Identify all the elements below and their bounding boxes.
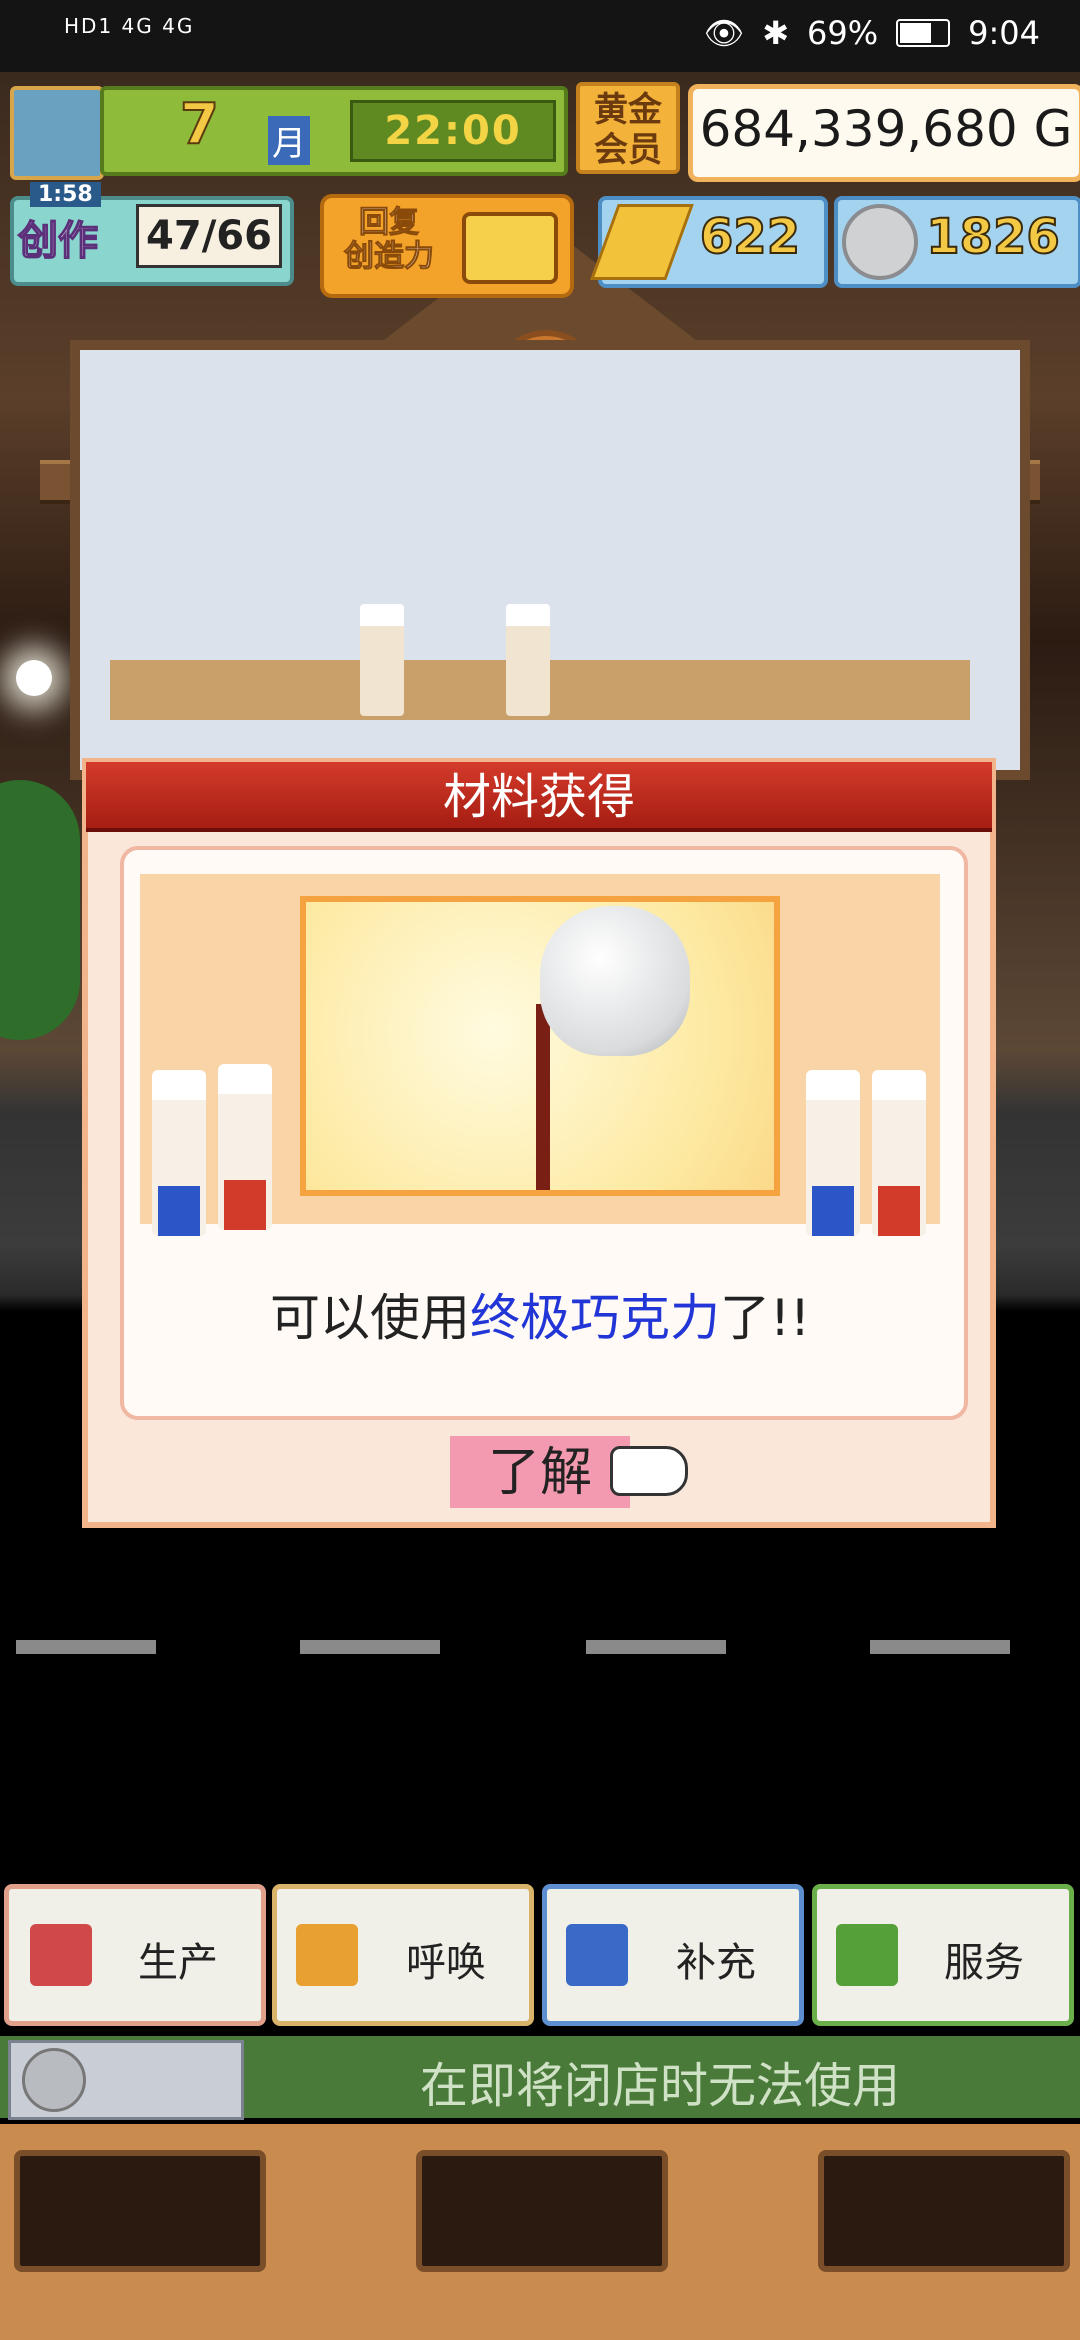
road-marking (16, 1640, 156, 1654)
chef-sprite (360, 604, 404, 716)
chocolate-stick (536, 1004, 550, 1190)
restock-icon (566, 1924, 628, 1986)
battery-icon (896, 19, 951, 47)
dialog-message: 可以使用终极巧克力了!! (120, 1278, 960, 1350)
menu-summon-label: 呼唤 (406, 1940, 486, 1986)
restore-creativity-label: 回复 创造力 (344, 205, 435, 274)
chef-apron (224, 1180, 266, 1230)
silver-medal-icon (842, 204, 918, 280)
menu-restock-label: 补充 (676, 1940, 756, 1986)
chef-sprite (152, 1070, 206, 1236)
chef-sprite (872, 1070, 926, 1236)
gold-member-label: 黄金 会员 (594, 90, 662, 170)
month-unit: 月 (268, 116, 310, 165)
network-indicators: HD1 4G 4G (64, 14, 195, 38)
road-marking (586, 1640, 726, 1654)
bluetooth-icon: ✱ (762, 14, 790, 52)
chef-apron (878, 1186, 920, 1236)
menu-service-label: 服务 (944, 1940, 1024, 1986)
clock: 9:04 (968, 14, 1040, 52)
tray-slot[interactable] (14, 2150, 266, 2272)
status-right: 👁 ✱ 69% 9:04 (704, 14, 1040, 52)
produce-icon (30, 1924, 92, 1986)
message-prefix: 可以使用 (269, 1289, 470, 1347)
summon-icon (296, 1924, 358, 1986)
notice-text: 在即将闭店时无法使用 (419, 2058, 900, 2114)
creativity-timer: 1:58 (30, 182, 101, 207)
chef-sprite (806, 1070, 860, 1236)
message-suffix: 了!! (719, 1289, 811, 1347)
road-marking (870, 1640, 1010, 1654)
game-clock: 22:00 (350, 100, 556, 162)
creativity-count: 47/66 (136, 204, 282, 268)
service-icon (836, 1924, 898, 1986)
tv-icon (462, 212, 558, 284)
chef-avatar-icon[interactable] (10, 86, 104, 180)
medal-count: 1826 (925, 208, 1061, 266)
chef-sprite (218, 1064, 272, 1230)
tray-slot[interactable] (416, 2150, 668, 2272)
pointing-hand-icon (610, 1446, 688, 1496)
dialog-title: 材料获得 (442, 769, 635, 825)
pitcher-icon (540, 906, 690, 1056)
chef-apron (812, 1186, 854, 1236)
gold-bar-count: 622 (699, 208, 801, 266)
road-marking (300, 1640, 440, 1654)
gold-member-badge[interactable]: 黄金 会员 (576, 82, 680, 174)
creativity-label: 创作 (17, 217, 99, 265)
battery-fill (900, 23, 931, 43)
tree (0, 780, 80, 1040)
chef-apron (158, 1186, 200, 1236)
tray-slot[interactable] (818, 2150, 1070, 2272)
money-display: 684,339,680 G (688, 84, 1080, 182)
silver-coin-icon (22, 2048, 86, 2112)
message-highlight: 终极巧克力 (469, 1289, 720, 1347)
month-value: 7 (179, 91, 220, 158)
ok-button[interactable]: 了解 (450, 1436, 630, 1508)
chef-sprite (506, 604, 550, 716)
lamp-light (16, 660, 52, 696)
menu-produce-label: 生产 (138, 1940, 218, 1986)
battery-percent: 69% (807, 14, 879, 52)
eye-icon: 👁 (703, 14, 745, 52)
status-bar: HD1 4G 4G 👁 ✱ 69% 9:04 (0, 0, 1080, 72)
